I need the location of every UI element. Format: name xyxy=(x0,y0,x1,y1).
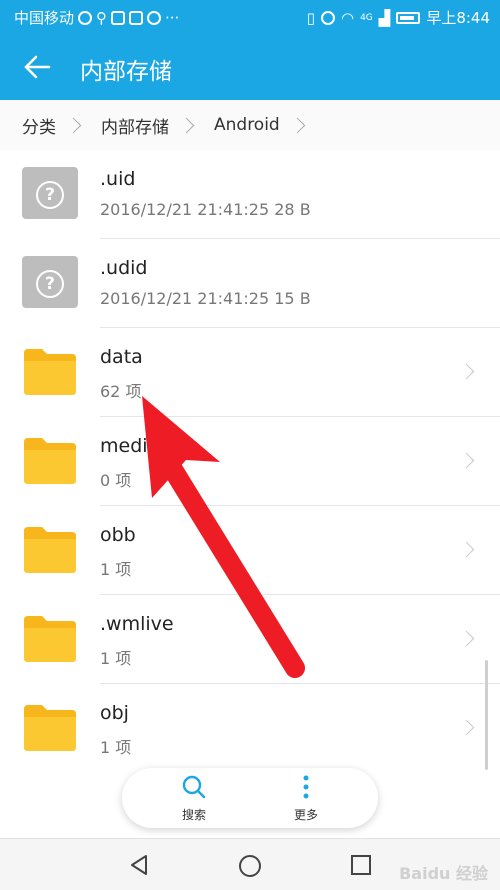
folder-icon xyxy=(24,705,76,751)
search-label: 搜索 xyxy=(181,808,206,822)
chevron-right-icon xyxy=(458,719,475,736)
floating-toolbar: 搜索 更多 xyxy=(122,768,378,828)
folder-name: media xyxy=(100,435,160,457)
app-bar: 内部存储 xyxy=(0,34,500,100)
key-icon: ⚲ xyxy=(96,8,108,27)
battery-icon xyxy=(396,11,421,24)
chevron-right-icon xyxy=(458,452,475,469)
folder-icon xyxy=(24,438,76,484)
chevron-right-icon xyxy=(458,363,475,380)
list-item[interactable]: obb 1 项 xyxy=(0,506,500,595)
list-item[interactable]: obj 1 项 xyxy=(0,684,500,773)
notification-icon xyxy=(78,10,93,25)
folder-icon xyxy=(24,527,76,573)
list-item[interactable]: media 0 项 xyxy=(0,417,500,506)
clock: 早上8:44 xyxy=(426,9,490,27)
file-meta: 2016/12/21 21:41:25 28 B xyxy=(100,200,311,219)
folder-name: obj xyxy=(100,702,129,724)
list-item[interactable]: ? .uid 2016/12/21 21:41:25 28 B xyxy=(0,150,500,239)
folder-meta: 1 项 xyxy=(100,560,132,579)
folder-name: .wmlive xyxy=(100,613,174,635)
wifi-icon: ◠ xyxy=(340,8,355,27)
file-name: .udid xyxy=(100,257,148,279)
page-title: 内部存储 xyxy=(80,59,172,85)
breadcrumb-item-android[interactable]: Android xyxy=(192,115,280,135)
network-type: 4G xyxy=(360,12,373,23)
folder-meta: 1 项 xyxy=(100,738,132,757)
more-vertical-icon xyxy=(303,775,309,799)
list-item[interactable]: ? .udid 2016/12/21 21:41:25 15 B xyxy=(0,239,500,328)
signal-icon: ▟ xyxy=(378,8,391,27)
file-meta: 2016/12/21 21:41:25 15 B xyxy=(100,289,311,308)
folder-icon xyxy=(24,616,76,662)
unknown-file-icon: ? xyxy=(22,256,78,308)
more-dots-icon: ··· xyxy=(165,8,180,27)
more-label: 更多 xyxy=(293,808,318,822)
search-icon xyxy=(182,775,206,799)
file-name: .uid xyxy=(100,168,136,190)
back-arrow-icon[interactable] xyxy=(22,52,52,82)
chevron-right-icon xyxy=(458,630,475,647)
back-triangle-icon[interactable] xyxy=(128,854,150,876)
app-notification-icon xyxy=(111,10,126,25)
breadcrumb-item-internal-storage[interactable]: 内部存储 xyxy=(79,113,169,138)
navigation-bar: Baidu 经验 xyxy=(0,838,500,890)
chat-icon xyxy=(147,10,162,25)
unknown-file-icon: ? xyxy=(22,167,78,219)
chevron-right-icon xyxy=(458,541,475,558)
search-button[interactable]: 搜索 xyxy=(164,774,224,823)
chevron-right-icon xyxy=(289,117,306,133)
scrollbar[interactable] xyxy=(485,660,488,770)
folder-icon xyxy=(24,349,76,395)
folder-name: obb xyxy=(100,524,136,546)
more-button[interactable]: 更多 xyxy=(276,774,336,823)
list-item[interactable]: .wmlive 1 项 xyxy=(0,595,500,684)
carrier-label: 中国移动 xyxy=(14,9,75,27)
list-item[interactable]: data 62 项 xyxy=(0,328,500,417)
recent-apps-icon[interactable] xyxy=(350,854,372,876)
breadcrumb: 分类 内部存储 Android xyxy=(0,100,500,150)
breadcrumb-item-category[interactable]: 分类 xyxy=(0,113,56,138)
folder-meta: 0 项 xyxy=(100,471,132,490)
image-notification-icon xyxy=(129,10,144,25)
status-bar: 中国移动 ⚲ ··· ▯ ◠ 4G ▟ 早上8:44 xyxy=(0,0,500,34)
alarm-icon xyxy=(320,10,335,25)
vibrate-icon: ▯ xyxy=(306,8,315,27)
folder-name: data xyxy=(100,346,143,368)
folder-meta: 62 项 xyxy=(100,382,142,401)
home-circle-icon[interactable] xyxy=(238,854,262,878)
file-list: ? .uid 2016/12/21 21:41:25 28 B ? .udid … xyxy=(0,150,500,773)
folder-meta: 1 项 xyxy=(100,649,132,668)
watermark: Baidu 经验 xyxy=(399,864,488,883)
